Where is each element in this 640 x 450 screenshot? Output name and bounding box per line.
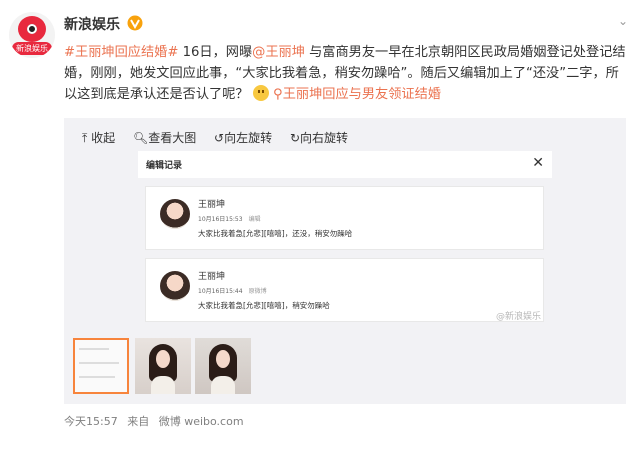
rotate-left-button[interactable]: ↺向左旋转	[214, 131, 272, 145]
portrait-figure	[209, 344, 237, 394]
verified-v-icon	[127, 15, 143, 31]
thumbnail-1[interactable]	[73, 338, 129, 394]
image-watermark: @新浪娱乐	[496, 312, 542, 322]
edit-history-image[interactable]: 编辑记录 ✕ 王丽坤 10月16日15:53 编辑 大家比我着急[允悲][嘻嘻]，…	[138, 151, 552, 329]
portrait-figure	[149, 344, 177, 394]
sina-eye-logo-icon	[18, 16, 46, 42]
mention-link[interactable]: @王丽坤	[252, 45, 305, 60]
smile-emoji-icon	[252, 85, 269, 101]
history-text: 大家比我着急[允悲][嘻嘻]，还没，稍安勿躁哈	[198, 229, 353, 238]
close-icon: ✕	[532, 155, 544, 171]
from-label: 来自	[127, 415, 150, 428]
rotate-right-button[interactable]: ↻向右旋转	[290, 131, 348, 145]
post-text-part-1: 16日，网曝	[178, 45, 253, 60]
history-name: 王丽坤	[198, 200, 226, 210]
view-large-button[interactable]: 🔍︎查看大图	[133, 131, 196, 145]
author-avatar[interactable]: 新浪娱乐	[9, 12, 55, 58]
article-link[interactable]: 王丽坤回应与男友领证结婚	[283, 87, 441, 102]
media-toolbar: ⤒ 收起 🔍︎查看大图 ↺向左旋转 ↻向右旋转	[82, 129, 362, 146]
avatar-label: 新浪娱乐	[12, 42, 52, 55]
chain-link-icon: ⚲	[273, 87, 283, 102]
history-card: 王丽坤 10月16日15:53 编辑 大家比我着急[允悲][嘻嘻]，还没，稍安勿躁…	[145, 186, 544, 250]
post-footer: 今天15:57 来自 微博 weibo.com	[64, 413, 250, 429]
collapse-button[interactable]: ⤒ 收起	[82, 131, 115, 145]
history-avatar	[160, 271, 190, 301]
history-avatar	[160, 199, 190, 229]
post-source[interactable]: 微博 weibo.com	[159, 415, 244, 428]
media-viewer: ⤒ 收起 🔍︎查看大图 ↺向左旋转 ↻向右旋转 编辑记录 ✕ 王丽坤 10月16…	[64, 118, 626, 404]
history-meta: 10月16日15:53 编辑	[198, 216, 261, 223]
chevron-down-icon[interactable]: ⌄	[618, 14, 628, 28]
edit-history-title: 编辑记录	[146, 161, 183, 171]
thumbnail-2[interactable]	[135, 338, 191, 394]
topic-link[interactable]: #王丽坤回应结婚#	[64, 45, 178, 60]
edit-history-header: 编辑记录 ✕	[138, 151, 552, 178]
post-time[interactable]: 今天15:57	[64, 415, 118, 428]
history-card: 王丽坤 10月16日15:44 原微博 大家比我着急[允悲][嘻嘻]，稍安勿躁哈	[145, 258, 544, 322]
author-name[interactable]: 新浪娱乐	[64, 14, 120, 34]
thumbnail-3[interactable]	[195, 338, 251, 394]
history-meta: 10月16日15:44 原微博	[198, 288, 267, 295]
history-name: 王丽坤	[198, 272, 226, 282]
history-text: 大家比我着急[允悲][嘻嘻]，稍安勿躁哈	[198, 301, 330, 310]
post-text: #王丽坤回应结婚# 16日，网曝@王丽坤 与富商男友一早在北京朝阳区民政局婚姻登…	[64, 42, 630, 105]
